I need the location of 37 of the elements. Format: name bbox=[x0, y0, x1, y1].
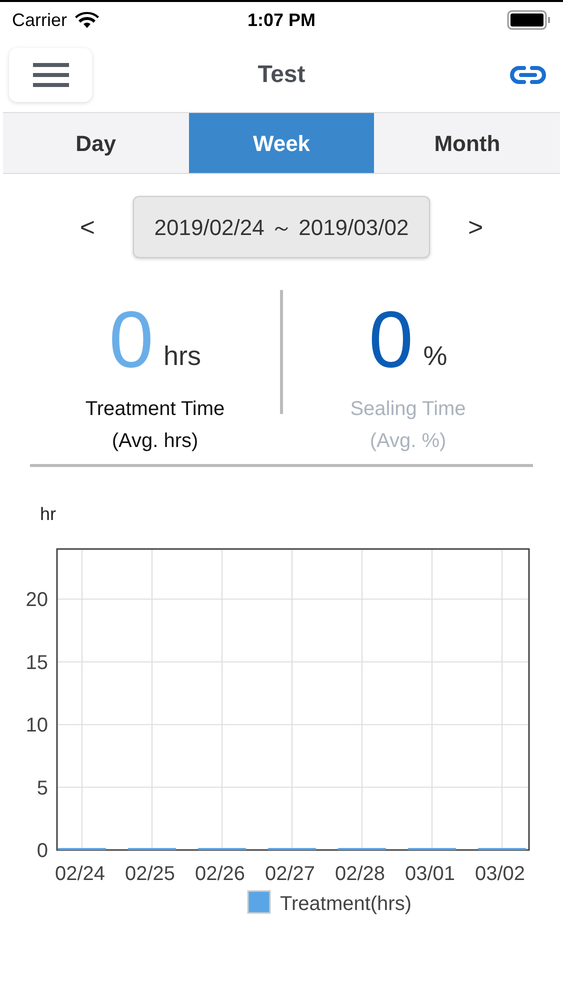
y-tick-label: 20 bbox=[26, 589, 48, 612]
x-tick-label: 03/01 bbox=[404, 863, 456, 885]
stat-sublabel: (Avg. %) bbox=[370, 429, 446, 454]
wifi-icon bbox=[75, 11, 100, 29]
legend-label: Treatment(hrs) bbox=[280, 893, 412, 915]
y-tick-label: 0 bbox=[36, 840, 48, 862]
stat-value: 0 bbox=[108, 300, 154, 380]
previous-button[interactable]: < bbox=[76, 208, 99, 246]
y-tick-label: 5 bbox=[36, 777, 48, 800]
stat-unit: % bbox=[423, 340, 448, 372]
menu-icon bbox=[32, 63, 68, 87]
x-tick-label: 02/24 bbox=[54, 863, 106, 885]
stat-label: Treatment Time bbox=[85, 397, 225, 422]
x-tick-label: 02/25 bbox=[124, 863, 176, 885]
y-tick-label: 15 bbox=[26, 652, 48, 674]
x-tick-label: 02/28 bbox=[334, 863, 386, 885]
period-tab[interactable]: Month bbox=[374, 113, 560, 173]
stat-sublabel: (Avg. hrs) bbox=[112, 429, 198, 454]
date-range-field[interactable]: 2019/02/24 ～ 2019/03/02 bbox=[133, 196, 430, 258]
y-tick-label: 10 bbox=[26, 714, 48, 737]
page-title: Test bbox=[258, 60, 306, 90]
x-tick-label: 03/02 bbox=[474, 863, 526, 885]
link-icon bbox=[510, 65, 546, 85]
carrier-name: Carrier bbox=[12, 8, 68, 32]
menu-button[interactable] bbox=[9, 48, 92, 102]
clock-time: 1:07 PM bbox=[247, 8, 316, 32]
period-tab[interactable]: Day bbox=[3, 113, 189, 173]
next-button[interactable]: > bbox=[464, 208, 488, 246]
x-tick-label: 02/27 bbox=[264, 863, 316, 885]
y-axis-title: hr bbox=[40, 504, 56, 524]
stat-unit: hrs bbox=[163, 340, 201, 372]
stat-value: 0 bbox=[368, 300, 414, 380]
battery-icon bbox=[507, 10, 551, 30]
legend-swatch bbox=[247, 890, 271, 914]
period-tab[interactable]: Week bbox=[188, 113, 374, 173]
x-tick-label: 02/26 bbox=[194, 863, 246, 885]
stat-label: Sealing Time bbox=[350, 397, 466, 422]
